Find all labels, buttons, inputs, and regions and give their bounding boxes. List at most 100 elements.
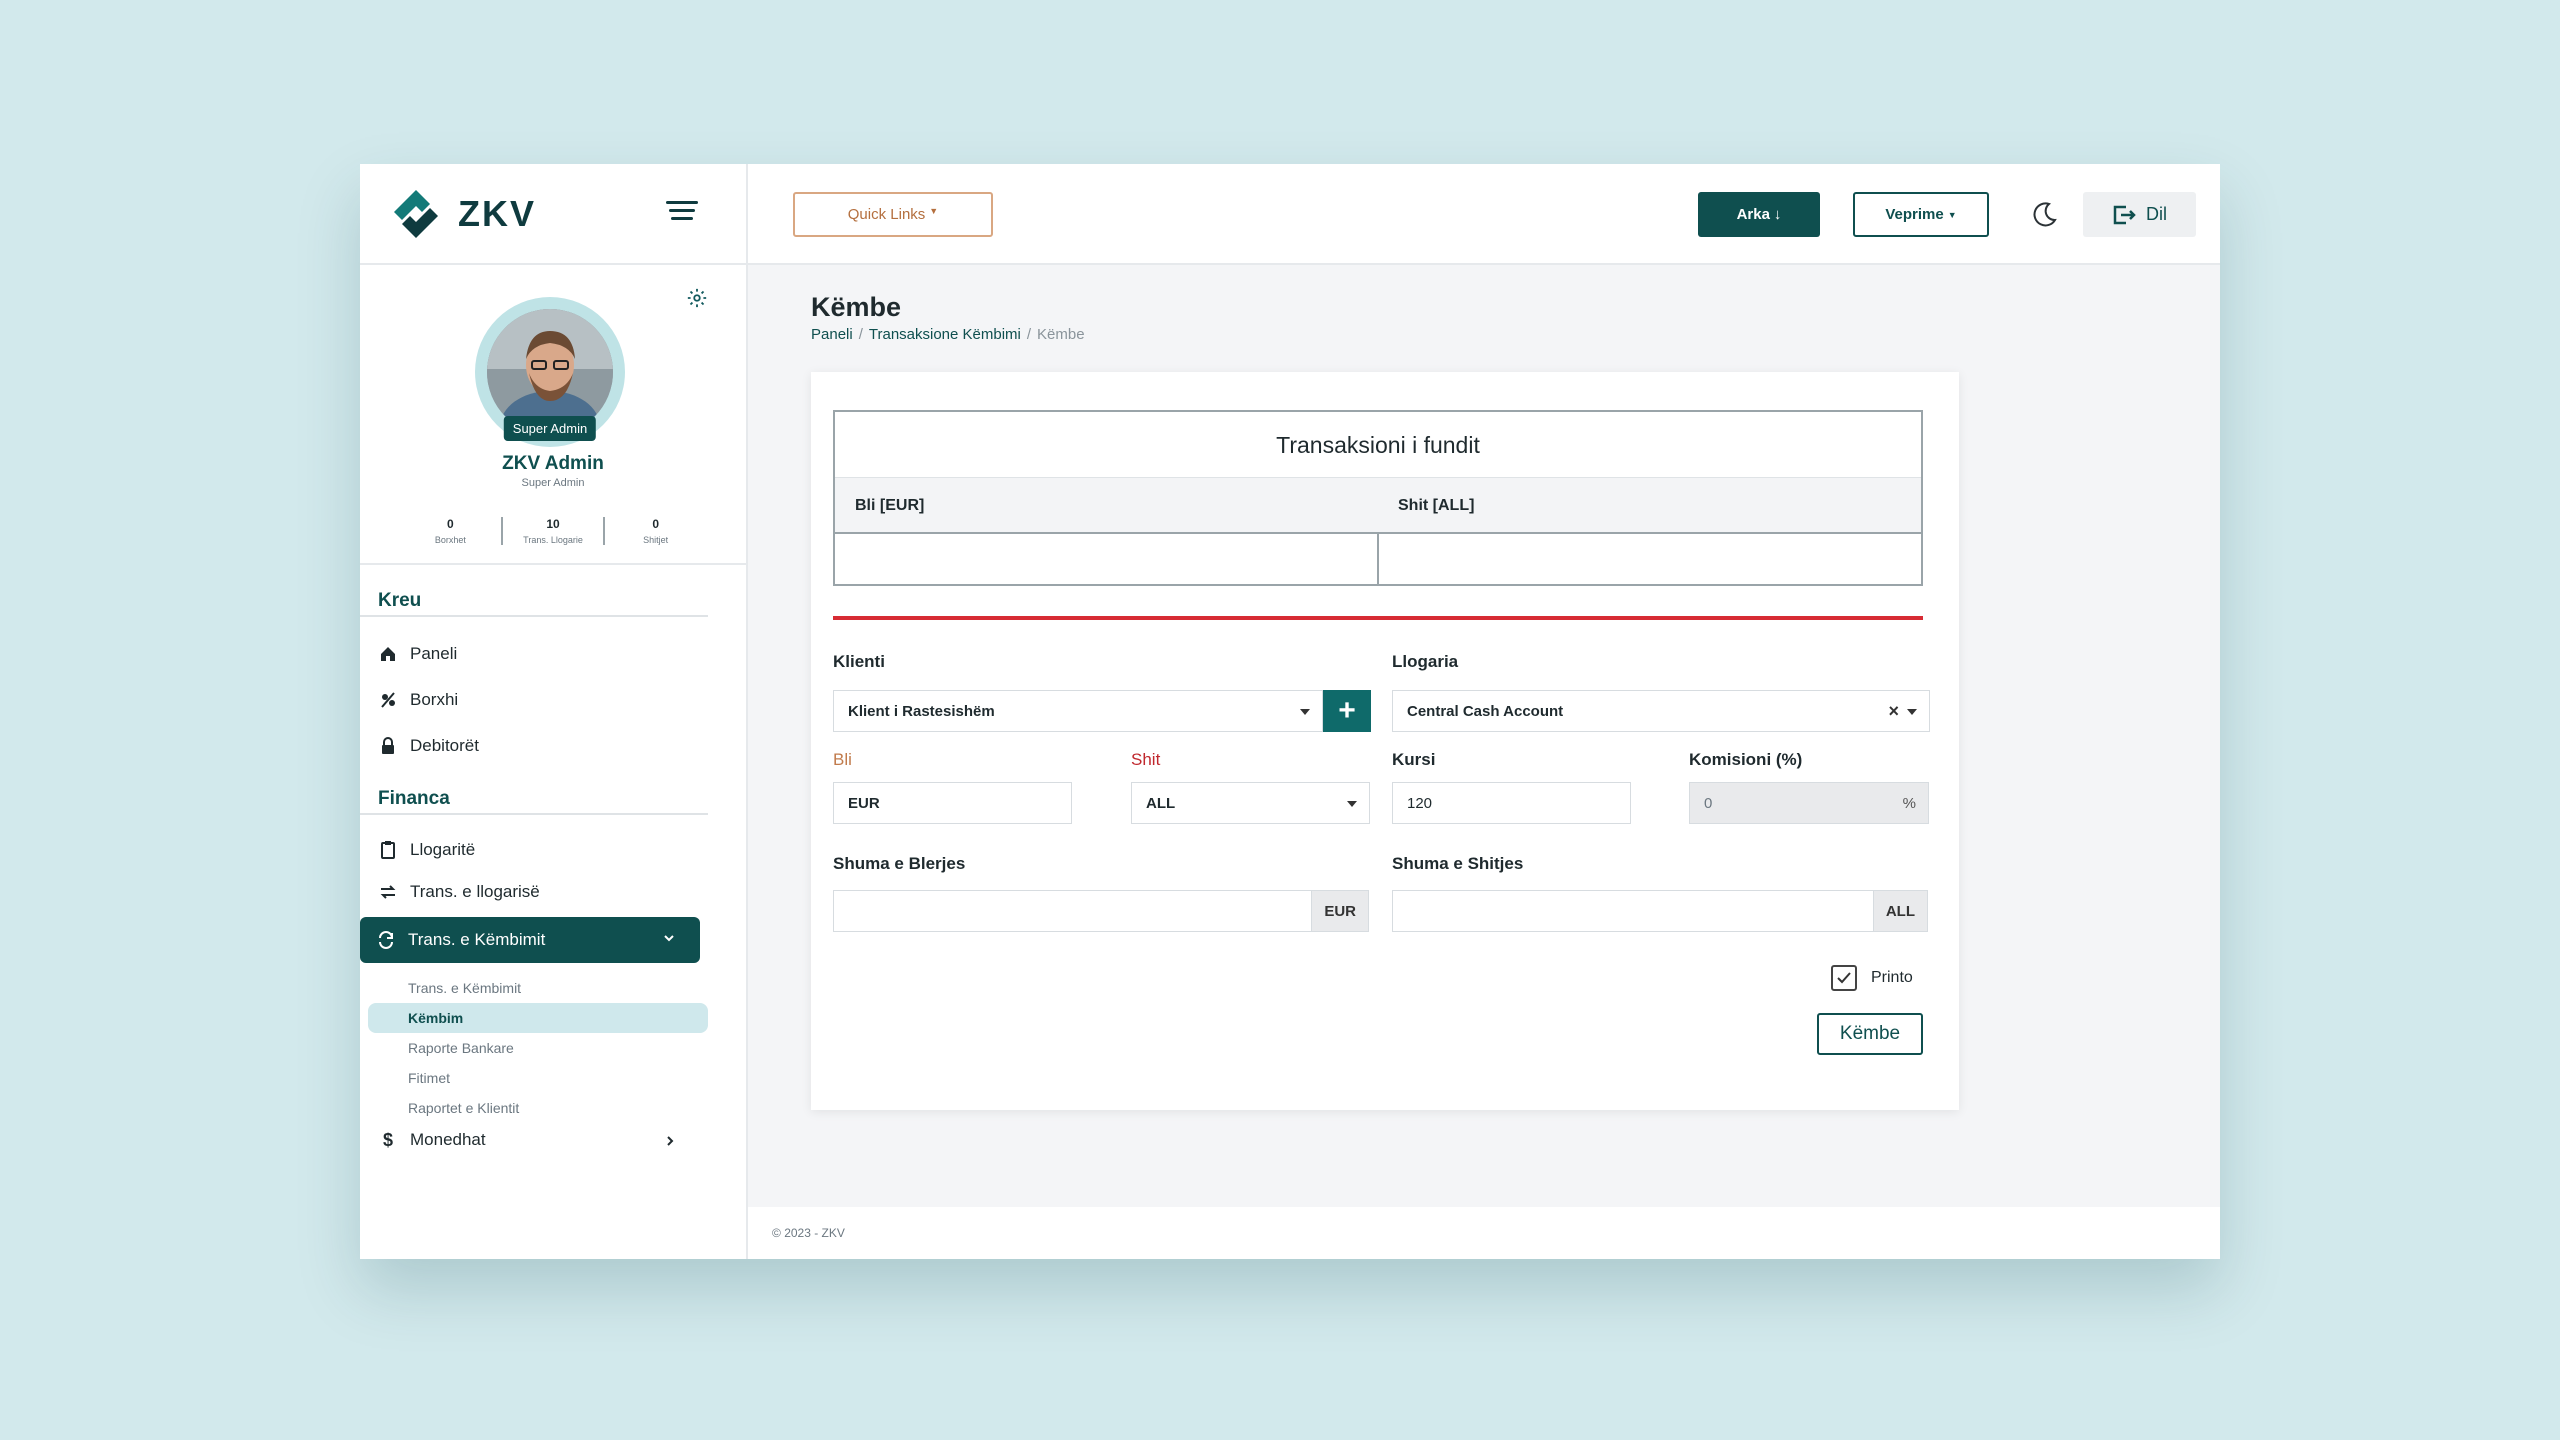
breadcrumb-exchange-transactions[interactable]: Transaksione Këmbimi [869,326,1021,343]
brand-name: ZKV [458,192,536,234]
buy-amount-suffix: EUR [1311,891,1368,931]
clear-icon[interactable]: × [1888,701,1899,722]
caret-down-icon [1347,801,1357,807]
exchange-form-card: Transaksioni i fundit Bli [EUR] Shit [AL… [811,372,1959,1110]
table-row [835,534,1921,584]
footer: © 2023 - ZKV [748,1207,2220,1259]
account-label: Llogaria [1392,652,1459,671]
sidebar-item-debtors[interactable]: Debitorët [360,723,746,769]
profile-role: Super Admin [521,477,585,489]
arka-label: Arka [1736,206,1770,223]
sell-label: Shit [1131,750,1161,769]
caret-down-icon: ▼ [1947,209,1957,220]
buy-amount-label: Shuma e Blerjes [833,854,966,873]
stat-account-trans: 10 Trans. Llogarie [500,517,604,545]
submenu-item-profits[interactable]: Fitimet [360,1063,746,1093]
dollar-icon: $ [382,1130,393,1150]
column-header-sell: Shit [ALL] [1398,497,1475,514]
stat-sales: 0 Shitjet [603,517,706,545]
quick-links-label: Quick Links [847,206,926,223]
buy-currency-field[interactable]: EUR [833,782,1072,824]
stat-label: Shitjet [643,535,669,545]
veprime-label: Veprime [1885,206,1944,223]
sidebar-item-label: Llogaritë [410,840,476,859]
sidebar-item-label: Trans. e llogarisë [410,882,540,901]
brand: ZKV [360,164,746,265]
sidebar-item-label: Monedhat [410,1130,486,1149]
rate-input[interactable]: 120 [1392,782,1631,824]
submenu-item-exchange[interactable]: Këmbim [368,1003,708,1033]
veprime-button[interactable]: Veprime ▼ [1853,192,1989,237]
rate-label: Kursi [1392,750,1436,769]
logout-icon [2113,205,2136,224]
sidebar-item-currencies[interactable]: $ Monedhat [360,1123,746,1157]
last-transaction-table: Transaksioni i fundit Bli [EUR] Shit [AL… [833,410,1923,586]
breadcrumb-dashboard[interactable]: Paneli [811,326,853,343]
refresh-icon [379,931,393,949]
profile-name: ZKV Admin [502,453,604,474]
profile-panel: Super Admin ZKV Admin Super Admin 0 Borx… [360,265,746,565]
submenu-item-exchange-trans[interactable]: Trans. e Këmbimit [360,973,746,1003]
nav-section-finance: Financa [360,783,708,815]
table-header-row: Bli [EUR] Shit [ALL] [835,478,1921,534]
main-content: Quick Links ▼ Arka ↓ Veprime ▼ Dil Këmbe… [748,164,2220,1259]
profile-stats: 0 Borxhet 10 Trans. Llogarie 0 Shitjet [400,517,706,545]
exchange-submit-button[interactable]: Këmbe [1817,1013,1923,1055]
quick-links-button[interactable]: Quick Links ▼ [793,192,993,237]
stat-value: 10 [546,517,560,531]
menu-toggle-icon[interactable] [666,201,698,225]
arka-button[interactable]: Arka ↓ [1698,192,1820,237]
buy-amount-input[interactable]: EUR [833,890,1369,932]
sidebar-item-label: Borxhi [410,690,459,709]
sidebar-item-label: Paneli [410,644,458,663]
checkbox-box [1831,965,1857,991]
brand-logo-icon [394,189,438,238]
sidebar-item-dashboard[interactable]: Paneli [360,631,746,677]
column-header-buy: Bli [EUR] [855,497,925,514]
breadcrumb: Paneli / Transaksione Këmbimi / Këmbe [811,326,1085,343]
lock-icon [382,737,394,754]
sidebar: ZKV Super Admin ZKV Admin Super Admin 0 … [360,164,748,1259]
commission-input[interactable]: 0 % [1689,782,1929,824]
breadcrumb-current: Këmbe [1037,326,1085,343]
chevron-down-icon [664,935,674,942]
clipboard-icon [381,841,395,859]
sidebar-item-account-trans[interactable]: Trans. e llogarisë [360,871,746,913]
sell-currency-select[interactable]: ALL [1131,782,1370,824]
gear-icon[interactable] [686,287,708,309]
sidebar-item-exchange-trans[interactable]: Trans. e Këmbimit [360,917,700,963]
print-checkbox[interactable]: Printo [1831,965,1913,991]
plus-icon: + [1338,694,1356,727]
stat-value: 0 [652,517,660,531]
sidebar-item-accounts[interactable]: Llogaritë [360,829,746,871]
submenu-item-bank-reports[interactable]: Raporte Bankare [360,1033,746,1063]
stat-debts: 0 Borxhet [400,517,501,545]
commission-value: 0 [1704,794,1713,812]
footer-text: 2023 - ZKV [784,1226,845,1240]
logout-button[interactable]: Dil [2083,192,2196,237]
add-client-button[interactable]: + [1323,690,1371,732]
sell-amount-input[interactable]: ALL [1392,890,1928,932]
client-select-value: Klient i Rastesishëm [848,702,995,720]
debt-icon [381,692,395,708]
account-select[interactable]: Central Cash Account × [1392,690,1930,732]
client-select[interactable]: Klient i Rastesishëm [833,690,1323,732]
divider [833,616,1923,620]
sidebar-item-debt[interactable]: Borxhi [360,677,746,723]
nav-section-home: Kreu [360,585,708,617]
dark-mode-icon[interactable] [2031,200,2059,228]
stat-label: Trans. Llogarie [523,535,583,545]
table-cell-buy [835,534,1377,584]
sell-currency-value: ALL [1146,794,1176,812]
sell-amount-label: Shuma e Shitjes [1392,854,1524,873]
last-transaction-title: Transaksioni i fundit [835,412,1921,478]
arrow-down-icon: ↓ [1773,206,1782,223]
copyright-icon: © [772,1226,781,1240]
rate-value: 120 [1407,794,1433,812]
sidebar-item-label: Trans. e Këmbimit [408,930,546,949]
home-icon [381,647,395,661]
submenu-item-client-reports[interactable]: Raportet e Klientit [360,1093,746,1123]
stat-value: 0 [446,517,454,531]
account-select-value: Central Cash Account [1407,702,1564,720]
app-window: ZKV Super Admin ZKV Admin Super Admin 0 … [360,164,2220,1259]
